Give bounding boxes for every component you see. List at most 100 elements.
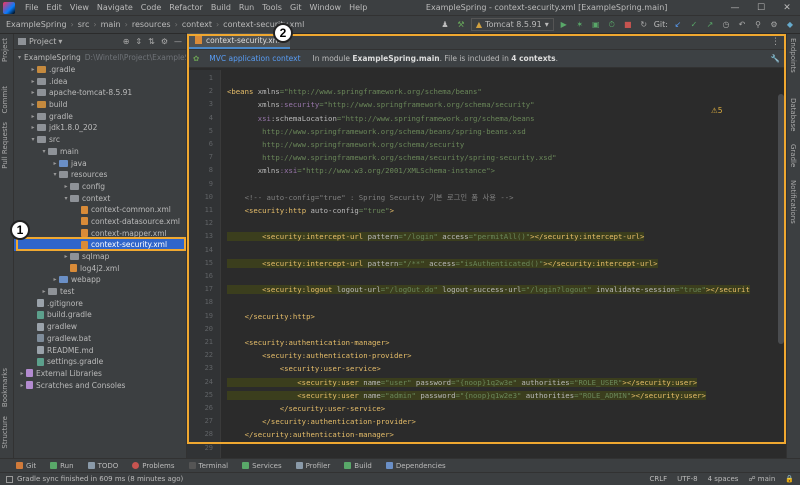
chevron-right-icon[interactable]: ▸	[29, 78, 37, 85]
tree-item[interactable]: ▾ resources	[14, 169, 186, 181]
tool-tab-endpoints[interactable]: Endpoints	[789, 38, 797, 73]
mvc-context-link[interactable]: MVC application context	[209, 54, 300, 63]
chevron-down-icon[interactable]: ▾	[40, 148, 48, 155]
code-line[interactable]: <security:user name="user" password="{no…	[227, 377, 698, 387]
run-icon[interactable]: ▶	[558, 19, 570, 31]
tree-item[interactable]: ▸ Scratches and Consoles	[14, 379, 186, 391]
tree-item[interactable]: log4j2.xml	[14, 262, 186, 274]
tree-item[interactable]: ▾ context	[14, 192, 186, 204]
tree-item[interactable]: gradlew	[14, 321, 186, 333]
code-line[interactable]: <beans xmlns="http://www.springframework…	[227, 87, 482, 96]
run-config-select[interactable]: ▲ Tomcat 8.5.91 ▾	[470, 18, 554, 31]
tool-tab-structure[interactable]: Structure	[1, 416, 9, 449]
history-icon[interactable]: ◷	[720, 19, 732, 31]
code-line[interactable]: <security:intercept-url pattern="/**" ac…	[227, 258, 658, 268]
breadcrumb-item[interactable]: src	[76, 20, 92, 29]
menu-file[interactable]: File	[21, 3, 42, 12]
code-line[interactable]: <security:logout logout-url="/logOut.do"…	[227, 285, 750, 295]
tool-dependencies[interactable]: Dependencies	[385, 462, 446, 470]
code-line[interactable]: xmlns:xsi="http://www.w3.org/2001/XMLSch…	[227, 166, 495, 175]
code-line[interactable]: <!-- auto-config="true" : Spring Securit…	[227, 193, 514, 203]
code-line[interactable]: <security:authentication-manager>	[227, 338, 390, 347]
tree-item[interactable]: settings.gradle	[14, 356, 186, 368]
tool-terminal[interactable]: Terminal	[188, 462, 228, 470]
chevron-right-icon[interactable]: ▸	[51, 276, 59, 283]
chevron-right-icon[interactable]: ▸	[29, 113, 37, 120]
code-line[interactable]: </security:http>	[227, 312, 315, 321]
git-commit-icon[interactable]: ✓	[688, 19, 700, 31]
tool-build[interactable]: Build	[344, 462, 372, 470]
tree-item[interactable]: ▾ main	[14, 146, 186, 158]
search-icon[interactable]: ⚲	[752, 19, 764, 31]
editor-scrollbar[interactable]	[778, 94, 784, 344]
code-line[interactable]: </security:authentication-manager>	[227, 430, 394, 439]
menu-refactor[interactable]: Refactor	[165, 3, 207, 12]
breadcrumb-item[interactable]: resources	[130, 20, 173, 29]
toolbox-icon[interactable]: ◆	[784, 19, 796, 31]
profile-icon[interactable]: ⏱	[606, 19, 618, 31]
menu-help[interactable]: Help	[345, 3, 371, 12]
tree-item[interactable]: ▸ webapp	[14, 274, 186, 286]
maximize-icon[interactable]: ☐	[748, 3, 774, 13]
tree-item[interactable]: ▸ External Libraries	[14, 368, 186, 380]
tree-item[interactable]: ▸ .idea	[14, 75, 186, 87]
code-line[interactable]: xmlns:security="http://www.springframewo…	[227, 100, 535, 109]
tool-todo[interactable]: TODO	[87, 462, 118, 470]
project-panel-title[interactable]: Project	[29, 37, 56, 46]
menu-navigate[interactable]: Navigate	[93, 3, 137, 12]
tool-git[interactable]: Git	[16, 462, 36, 470]
tool-services[interactable]: Services	[242, 462, 282, 470]
tree-item[interactable]: ▸ config	[14, 181, 186, 193]
tool-tab-pull-requests[interactable]: Pull Requests	[1, 122, 9, 169]
tree-item[interactable]: context-security.xml	[14, 239, 186, 251]
tree-item[interactable]: ▸ apache-tomcat-8.5.91	[14, 87, 186, 99]
tool-tab-bookmarks[interactable]: Bookmarks	[1, 368, 9, 407]
tree-item[interactable]: ▾ src	[14, 134, 186, 146]
tree-item[interactable]: ▸ .gradle	[14, 64, 186, 76]
chevron-right-icon[interactable]: ▸	[18, 370, 26, 377]
tree-item[interactable]: ▸ jdk1.8.0_202	[14, 122, 186, 134]
tree-item[interactable]: ▸ sqlmap	[14, 251, 186, 263]
menu-run[interactable]: Run	[235, 3, 258, 12]
menu-git[interactable]: Git	[286, 3, 306, 12]
debug-icon[interactable]: ✶	[574, 19, 586, 31]
tree-item[interactable]: .gitignore	[14, 297, 186, 309]
chevron-right-icon[interactable]: ▸	[62, 183, 70, 190]
tree-item[interactable]: ▸ gradle	[14, 110, 186, 122]
tree-item[interactable]: gradlew.bat	[14, 333, 186, 345]
gear-icon[interactable]: ⚙	[161, 37, 168, 46]
chevron-down-icon[interactable]: ▾	[51, 171, 59, 178]
tool-problems[interactable]: Problems	[132, 462, 175, 470]
chevron-right-icon[interactable]: ▸	[62, 253, 70, 260]
code-line[interactable]: xsi:schemaLocation="http://www.springfra…	[227, 114, 535, 123]
menu-window[interactable]: Window	[306, 3, 346, 12]
settings-icon[interactable]: ⚙	[768, 19, 780, 31]
tool-run[interactable]: Run	[50, 462, 74, 470]
chevron-down-icon[interactable]: ▾	[29, 136, 37, 143]
tool-tab-gradle[interactable]: Gradle	[789, 144, 797, 167]
expand-all-icon[interactable]: ⇕	[135, 37, 142, 46]
chevron-right-icon[interactable]: ▸	[29, 124, 37, 131]
wrench-icon[interactable]: 🔧	[771, 54, 780, 63]
code-line[interactable]: </security:user-service>	[227, 404, 385, 413]
breadcrumb-item[interactable]: context	[180, 20, 214, 29]
menu-tools[interactable]: Tools	[258, 3, 286, 12]
chevron-down-icon[interactable]: ▾	[18, 54, 21, 61]
minimize-icon[interactable]: —	[722, 3, 748, 13]
chevron-right-icon[interactable]: ▸	[18, 382, 26, 389]
chevron-down-icon[interactable]: ▾	[62, 195, 70, 202]
code-line[interactable]: http://www.springframework.org/schema/se…	[227, 153, 556, 162]
status-toggle-icon[interactable]	[6, 475, 13, 483]
chevron-down-icon[interactable]: ▾	[58, 37, 62, 46]
lock-icon[interactable]: 🔒	[785, 475, 794, 483]
line-separator[interactable]: CRLF	[649, 475, 667, 483]
code-line[interactable]: <security:intercept-url pattern="/login"…	[227, 232, 645, 242]
tree-item[interactable]: context-datasource.xml	[14, 216, 186, 228]
collapse-all-icon[interactable]: ⇅	[148, 37, 155, 46]
menu-edit[interactable]: Edit	[42, 3, 66, 12]
git-branch[interactable]: ☍ main	[748, 475, 775, 483]
code-line[interactable]: http://www.springframework.org/schema/be…	[227, 127, 526, 136]
user-icon[interactable]: ♟	[439, 19, 451, 31]
menu-build[interactable]: Build	[207, 3, 235, 12]
tree-item[interactable]: ▸ build	[14, 99, 186, 111]
